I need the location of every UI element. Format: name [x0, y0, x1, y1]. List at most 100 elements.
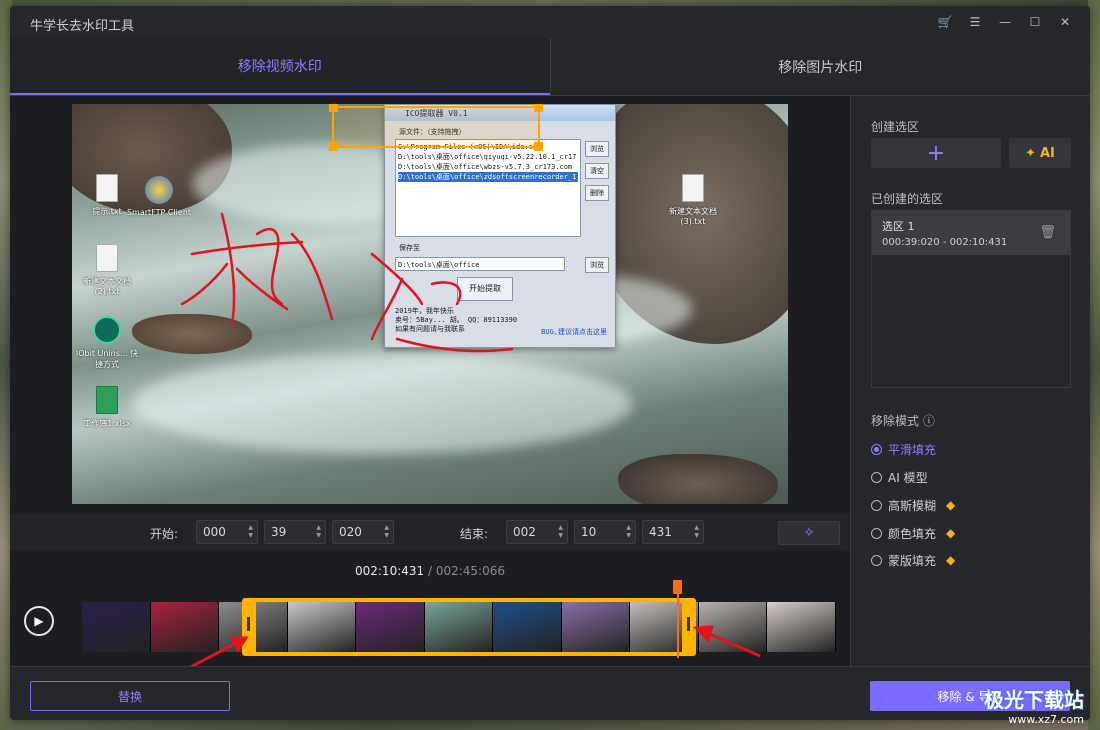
- created-regions-title: 已创建的选区: [871, 192, 944, 206]
- footer-bar: 替换 移除 & 导出: [10, 666, 1090, 720]
- tab-image-watermark[interactable]: 移除图片水印: [549, 38, 1091, 95]
- end-hour-stepper[interactable]: 002 ▲ ▼: [506, 520, 568, 544]
- start-hour-stepper[interactable]: 000 ▲ ▼: [196, 520, 258, 544]
- time-separator: /: [424, 564, 436, 578]
- smartftp-icon: [145, 176, 173, 204]
- ico-save-label: 保存至: [399, 244, 420, 252]
- resize-handle[interactable]: [329, 142, 338, 151]
- resize-handle[interactable]: [329, 104, 338, 112]
- menu-icon[interactable]: ☰: [960, 12, 990, 32]
- ico-footer-line: 2019年，我年快乐: [395, 307, 454, 315]
- start-ms-stepper[interactable]: 020 ▲ ▼: [332, 520, 394, 544]
- premium-gem-icon: ◆: [946, 498, 956, 512]
- minimize-icon[interactable]: —: [990, 12, 1020, 32]
- ai-detect-button[interactable]: ✦ AI: [1009, 138, 1071, 168]
- mode-option-smooth-fill[interactable]: 平滑填充: [871, 440, 936, 458]
- plus-icon: +: [926, 140, 946, 166]
- end-minute-stepper[interactable]: 10 ▲ ▼: [574, 520, 636, 544]
- mode-label: 高斯模糊: [888, 498, 937, 513]
- stepper-value: 002: [513, 525, 536, 539]
- preview-water: [132, 354, 632, 454]
- mode-label: AI 模型: [888, 470, 928, 485]
- premium-gem-icon: ◆: [946, 553, 956, 567]
- time-range-row: 开始: 000 ▲ ▼ 39 ▲ ▼ 020 ▲ ▼ 结束: 002 ▲ ▼ 10 ▲ ▼: [10, 514, 850, 550]
- stepper-arrows-icon[interactable]: ▲ ▼: [626, 524, 631, 540]
- end-ms-stepper[interactable]: 431 ▲ ▼: [642, 520, 704, 544]
- ico-bug-link: BUG,建议请点击这里: [541, 328, 607, 336]
- desktop-icon-label: 工作簿1.xlsx: [83, 419, 131, 428]
- mode-label: 蒙版填充: [888, 553, 937, 568]
- radio-icon[interactable]: [871, 527, 882, 539]
- replace-button[interactable]: 替换: [30, 681, 230, 711]
- pin-button[interactable]: ✧: [778, 521, 840, 545]
- mode-option-color-fill[interactable]: 颜色填充 ◆: [871, 524, 955, 542]
- ico-clear-button: 清空: [585, 163, 609, 179]
- desktop-icon: 新建文本文档 (3).txt: [658, 174, 728, 226]
- resize-handle[interactable]: [534, 142, 543, 151]
- maximize-icon[interactable]: ☐: [1020, 12, 1050, 32]
- playhead[interactable]: [677, 588, 679, 658]
- mode-option-mask-fill[interactable]: 蒙版填充 ◆: [871, 551, 955, 569]
- stepper-value: 000: [203, 525, 226, 539]
- play-button[interactable]: ▶: [24, 606, 54, 636]
- mode-option-gaussian-blur[interactable]: 高斯模糊 ◆: [871, 496, 955, 514]
- ico-footer-line: 卖号：5Bay... 胡。 QQ：89113390: [395, 316, 518, 324]
- stepper-arrows-icon[interactable]: ▲ ▼: [316, 524, 321, 540]
- play-icon: ▶: [34, 614, 44, 628]
- desktop-icon: SmartFTP Client: [124, 176, 194, 217]
- region-item[interactable]: 选区 1 000:39:020 - 002:10:431 🗑: [872, 211, 1070, 255]
- mode-label: 平滑填充: [888, 442, 937, 457]
- video-preview[interactable]: 提示.txt SmartFTP Client 新建文本文档 (2).txt IO…: [72, 104, 788, 504]
- region-list: 选区 1 000:39:020 - 002:10:431 🗑: [871, 210, 1071, 388]
- close-icon[interactable]: ✕: [1050, 12, 1080, 32]
- watermark-url: www.xz7.com: [1008, 713, 1084, 726]
- preview-rock: [618, 454, 778, 504]
- cart-icon[interactable]: 🛒: [930, 12, 960, 32]
- desktop-icon-label: SmartFTP Client: [126, 208, 192, 217]
- radio-icon[interactable]: [871, 471, 882, 483]
- stepper-arrows-icon[interactable]: ▲ ▼: [694, 524, 699, 540]
- text-file-icon: [96, 174, 118, 202]
- stepper-arrows-icon[interactable]: ▲ ▼: [384, 524, 389, 540]
- ico-file-entry: D:\tools\桌面\office\wbzs-v5.7.3_cr173.com: [398, 163, 573, 171]
- watermark-name: 极光下载站: [984, 688, 1084, 712]
- range-start-handle[interactable]: [242, 598, 256, 656]
- side-panel: 创建选区 + ✦ AI 已创建的选区 选区 1 000:39:020 - 002…: [850, 96, 1090, 666]
- desktop-icon-label: 提示.txt: [92, 207, 122, 216]
- radio-icon[interactable]: [871, 554, 882, 566]
- ico-file-entry: D:\tools\桌面\office\qiyuqi-v5.22.10.1_cr1…: [398, 153, 577, 161]
- film-thumbnail: [150, 602, 220, 652]
- range-end-handle[interactable]: [682, 598, 696, 656]
- ico-delete-button: 删除: [585, 185, 609, 201]
- radio-icon[interactable]: [871, 499, 882, 511]
- watermark-selection-box[interactable]: [329, 104, 543, 151]
- site-watermark: 极光下载站 www.xz7.com: [984, 684, 1084, 726]
- grip-bar: [687, 617, 690, 631]
- region-name: 选区 1: [882, 220, 915, 233]
- grip-bar: [247, 617, 250, 631]
- radio-selected-icon[interactable]: [871, 443, 882, 455]
- ico-file-list: C:\Program Files (x86)\IDA\ida.exe D:\to…: [395, 139, 581, 237]
- stepper-arrows-icon[interactable]: ▲ ▼: [248, 524, 253, 540]
- desktop-icon: 工作簿1.xlsx: [72, 386, 142, 429]
- text-file-icon: [96, 244, 118, 272]
- region-time: 000:39:020 - 002:10:431: [882, 237, 1008, 248]
- ai-sparkle-icon: ✦: [1025, 145, 1036, 161]
- desktop-icon-label: 新建文本文档 (2).txt: [83, 277, 131, 296]
- stepper-value: 431: [649, 525, 672, 539]
- trash-icon[interactable]: 🗑: [1039, 225, 1056, 240]
- stepper-arrows-icon[interactable]: ▲ ▼: [558, 524, 563, 540]
- film-thumbnail: [698, 602, 768, 652]
- start-minute-stepper[interactable]: 39 ▲ ▼: [264, 520, 326, 544]
- text-file-icon: [682, 174, 704, 202]
- ico-footer-text: 2019年，我年快乐 卖号：5Bay... 胡。 QQ：89113390 如果有…: [395, 307, 517, 334]
- window-controls: 🛒 ☰ — ☐ ✕: [930, 12, 1080, 32]
- mode-option-ai-model[interactable]: AI 模型: [871, 468, 928, 486]
- time-range-selection[interactable]: [242, 598, 696, 656]
- premium-gem-icon: ◆: [946, 526, 956, 540]
- end-label: 结束:: [460, 527, 489, 541]
- add-region-button[interactable]: +: [871, 138, 1001, 168]
- resize-handle[interactable]: [534, 104, 543, 112]
- ico-footer-line: 如果有问题请与我联系: [395, 325, 465, 333]
- tab-video-watermark[interactable]: 移除视频水印: [10, 38, 550, 95]
